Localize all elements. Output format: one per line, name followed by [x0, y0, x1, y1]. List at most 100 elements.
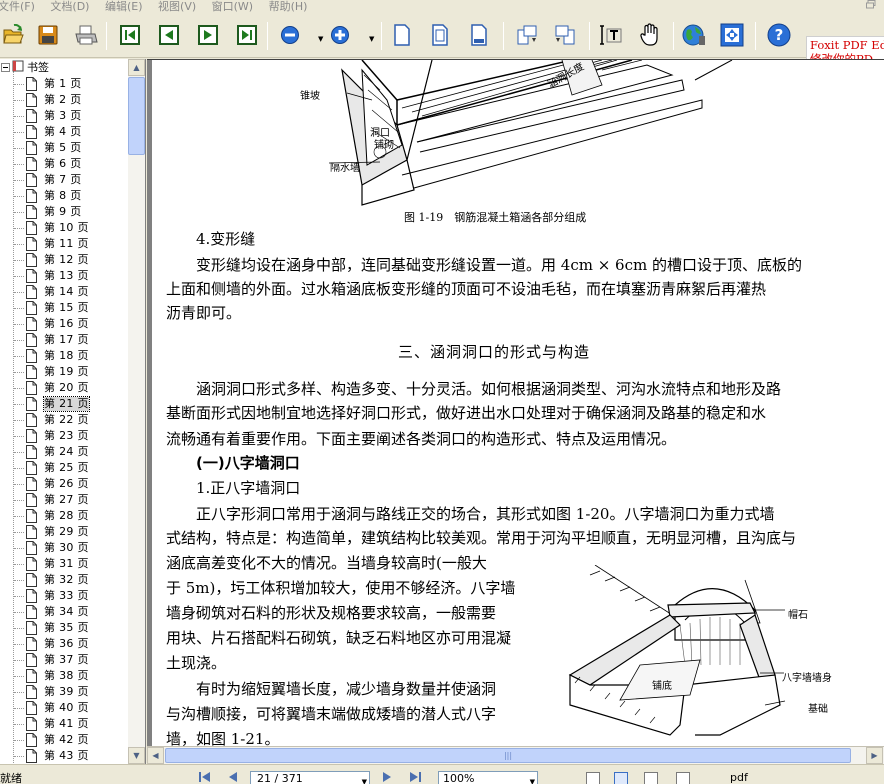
text-select-button[interactable] — [598, 22, 624, 48]
page-number-field[interactable]: 21 / 371 ▼ — [250, 771, 370, 784]
menu-window[interactable]: 窗口(W) — [212, 1, 253, 13]
pdf-page[interactable]: 锥坡 洞口 铺砌 隔水墙 涵洞长度 图 1-19 钢筋混凝土箱涵各部分组成 4.… — [152, 60, 884, 746]
bookmarks-scrollbar[interactable]: ▲ ▼ — [128, 59, 145, 764]
previous-page-button[interactable] — [156, 22, 182, 48]
menu-edit[interactable]: 编辑(E) — [105, 1, 143, 13]
status-first-page-icon[interactable] — [198, 770, 212, 784]
bookmark-item[interactable]: 第 30 页 — [0, 540, 128, 556]
bookmark-item[interactable]: 第 5 页 — [0, 140, 128, 156]
hand-tool-button[interactable] — [637, 22, 663, 48]
bookmark-item[interactable]: 第 39 页 — [0, 684, 128, 700]
bookmark-item[interactable]: 第 12 页 — [0, 252, 128, 268]
bookmark-item[interactable]: 第 38 页 — [0, 668, 128, 684]
bookmark-item[interactable]: 第 33 页 — [0, 588, 128, 604]
bookmarks-scroll-thumb[interactable] — [128, 77, 145, 155]
bookmark-item[interactable]: 第 9 页 — [0, 204, 128, 220]
bookmark-item[interactable]: 第 15 页 — [0, 300, 128, 316]
bookmark-item[interactable]: 第 13 页 — [0, 268, 128, 284]
bookmark-item[interactable]: 第 26 页 — [0, 476, 128, 492]
bookmark-item[interactable]: 第 25 页 — [0, 460, 128, 476]
bookmark-item[interactable]: 第 43 页 — [0, 748, 128, 764]
bookmark-item[interactable]: 第 32 页 — [0, 572, 128, 588]
bookmarks-root[interactable]: 书签 — [0, 59, 49, 75]
bookmark-item[interactable]: 第 20 页 — [0, 380, 128, 396]
menu-view[interactable]: 视图(V) — [158, 1, 196, 13]
scroll-down-icon[interactable]: ▼ — [128, 747, 145, 764]
rotate-left-button[interactable] — [514, 22, 540, 48]
bookmark-item[interactable]: 第 34 页 — [0, 604, 128, 620]
document-scroll-thumb[interactable]: ||| — [165, 748, 851, 763]
page-icon — [26, 605, 37, 619]
help-button[interactable]: ? — [766, 22, 792, 48]
bookmark-item[interactable]: 第 36 页 — [0, 636, 128, 652]
bookmark-item[interactable]: 第 10 页 — [0, 220, 128, 236]
bookmark-item[interactable]: 第 16 页 — [0, 316, 128, 332]
menu-help[interactable]: 帮助(H) — [269, 1, 308, 13]
open-button[interactable] — [0, 22, 26, 48]
restore-window-icon[interactable] — [866, 0, 880, 10]
bookmark-item[interactable]: 第 3 页 — [0, 108, 128, 124]
last-page-button[interactable] — [234, 22, 260, 48]
zoom-out-button[interactable] — [277, 22, 303, 48]
bookmark-item[interactable]: 第 1 页 — [0, 76, 128, 92]
rotate-right-button[interactable] — [552, 22, 578, 48]
scroll-right-icon[interactable]: ▶ — [866, 747, 883, 764]
scroll-left-icon[interactable]: ◀ — [147, 747, 164, 764]
bookmark-item[interactable]: 第 21 页 — [0, 396, 128, 412]
collapse-icon[interactable] — [1, 62, 10, 72]
view-facing-icon[interactable] — [644, 772, 658, 784]
menu-file[interactable]: 文件(F) — [0, 1, 35, 13]
bookmark-item[interactable]: 第 6 页 — [0, 156, 128, 172]
save-button[interactable] — [35, 22, 61, 48]
web-button[interactable] — [681, 22, 707, 48]
bookmark-item[interactable]: 第 11 页 — [0, 236, 128, 252]
view-facing-continuous-icon[interactable] — [676, 772, 690, 784]
document-horizontal-scrollbar[interactable]: ◀ ||| ▶ — [147, 746, 884, 764]
zoom-dropdown-icon[interactable]: ▼ — [530, 775, 535, 784]
bookmark-item[interactable]: 第 8 页 — [0, 188, 128, 204]
next-page-button[interactable] — [195, 22, 221, 48]
bookmark-item[interactable]: 第 17 页 — [0, 332, 128, 348]
fit-page-button[interactable] — [719, 22, 745, 48]
paragraph-4-line-1: 有时为缩短翼墙长度，减少墙身数量并使涵洞 — [196, 680, 497, 698]
zoom-in-dropdown-icon[interactable]: ▼ — [369, 36, 376, 43]
view-single-icon[interactable] — [586, 772, 600, 784]
bookmark-item[interactable]: 第 7 页 — [0, 172, 128, 188]
continuous-page-button[interactable] — [427, 22, 453, 48]
bookmark-item[interactable]: 第 28 页 — [0, 508, 128, 524]
bookmark-item[interactable]: 第 24 页 — [0, 444, 128, 460]
zoom-level-field[interactable]: 100% ▼ — [438, 771, 538, 784]
view-continuous-icon[interactable] — [614, 772, 628, 784]
bookmark-item[interactable]: 第 14 页 — [0, 284, 128, 300]
bookmark-item[interactable]: 第 41 页 — [0, 716, 128, 732]
print-button[interactable] — [73, 22, 99, 48]
zoom-out-dropdown-icon[interactable]: ▼ — [318, 36, 325, 43]
facing-page-button[interactable] — [466, 22, 492, 48]
zoom-in-button[interactable] — [327, 22, 353, 48]
bookmark-item[interactable]: 第 18 页 — [0, 348, 128, 364]
status-prev-page-icon[interactable] — [226, 770, 240, 784]
bookmark-label: 第 43 页 — [44, 749, 89, 762]
bookmark-item[interactable]: 第 37 页 — [0, 652, 128, 668]
scroll-up-icon[interactable]: ▲ — [128, 59, 145, 76]
bookmark-item[interactable]: 第 19 页 — [0, 364, 128, 380]
bookmark-item[interactable]: 第 29 页 — [0, 524, 128, 540]
bookmark-item[interactable]: 第 31 页 — [0, 556, 128, 572]
bookmark-label: 第 37 页 — [44, 653, 89, 666]
menu-document[interactable]: 文档(D) — [50, 1, 89, 13]
single-page-button[interactable] — [389, 22, 415, 48]
bookmark-item[interactable]: 第 35 页 — [0, 620, 128, 636]
bookmark-item[interactable]: 第 4 页 — [0, 124, 128, 140]
page-dropdown-icon[interactable]: ▼ — [362, 775, 367, 784]
bookmark-item[interactable]: 第 23 页 — [0, 428, 128, 444]
bookmark-item[interactable]: 第 2 页 — [0, 92, 128, 108]
bookmark-item[interactable]: 第 27 页 — [0, 492, 128, 508]
rotate-left-icon — [517, 25, 537, 45]
first-page-button[interactable] — [117, 22, 143, 48]
bookmark-item[interactable]: 第 40 页 — [0, 700, 128, 716]
status-last-page-icon[interactable] — [408, 770, 422, 784]
bookmark-item[interactable]: 第 42 页 — [0, 732, 128, 748]
bookmark-label: 第 25 页 — [44, 461, 89, 474]
status-next-page-icon[interactable] — [380, 770, 394, 784]
bookmark-item[interactable]: 第 22 页 — [0, 412, 128, 428]
